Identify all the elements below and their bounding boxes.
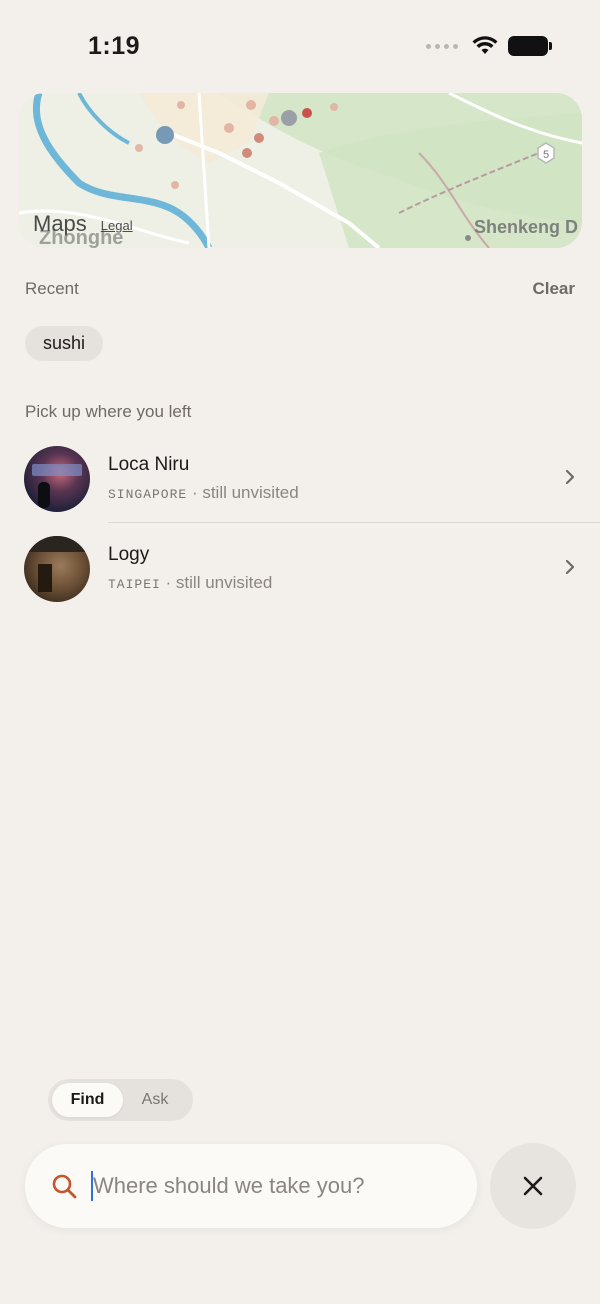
mode-segmented-control: Find Ask xyxy=(48,1079,193,1121)
place-meta: TAIPEI · still unvisited xyxy=(108,573,272,593)
place-meta: SINGAPORE · still unvisited xyxy=(108,483,299,503)
tab-ask[interactable]: Ask xyxy=(123,1083,187,1117)
chevron-right-icon xyxy=(565,559,575,575)
place-name: Logy xyxy=(108,544,150,565)
status-bar: 1:19 xyxy=(0,0,600,90)
map-attribution: Maps Legal xyxy=(33,211,133,237)
maps-brand-text: Maps xyxy=(33,211,87,236)
search-bar[interactable] xyxy=(25,1144,477,1228)
tab-find[interactable]: Find xyxy=(52,1083,123,1117)
chevron-right-icon xyxy=(565,469,575,485)
list-item[interactable]: Loca Niru SINGAPORE · still unvisited xyxy=(0,434,600,524)
status-icons xyxy=(426,36,552,56)
map-place-label-right: Shenkeng D xyxy=(473,217,578,237)
place-city: SINGAPORE xyxy=(108,487,188,502)
status-time: 1:19 xyxy=(88,32,141,60)
list-divider xyxy=(108,522,600,523)
recent-section-label: Recent xyxy=(25,279,79,298)
route-badge: 5 xyxy=(543,149,549,161)
search-input[interactable] xyxy=(93,1166,453,1206)
wifi-icon xyxy=(472,36,498,54)
place-thumbnail xyxy=(24,446,90,512)
clear-button[interactable]: Clear xyxy=(532,279,575,299)
battery-icon xyxy=(508,36,552,56)
list-item[interactable]: Logy TAIPEI · still unvisited xyxy=(0,524,600,614)
place-status: · still unvisited xyxy=(160,573,273,592)
place-thumbnail xyxy=(24,536,90,602)
place-status: · still unvisited xyxy=(187,483,299,502)
cellular-signal-icon xyxy=(426,43,458,49)
search-icon xyxy=(52,1174,77,1199)
close-button[interactable] xyxy=(490,1143,576,1229)
legal-link[interactable]: Legal xyxy=(101,218,133,233)
pickup-section-label: Pick up where you left xyxy=(25,402,192,421)
place-name: Loca Niru xyxy=(108,454,190,475)
map-preview[interactable]: 5 Zhonghe Maps Legal Shenkeng D xyxy=(19,93,582,248)
maps-logo: Maps xyxy=(33,211,87,237)
place-city: TAIPEI xyxy=(108,577,161,592)
recent-search-chip[interactable]: sushi xyxy=(25,326,104,361)
close-icon xyxy=(523,1176,543,1196)
